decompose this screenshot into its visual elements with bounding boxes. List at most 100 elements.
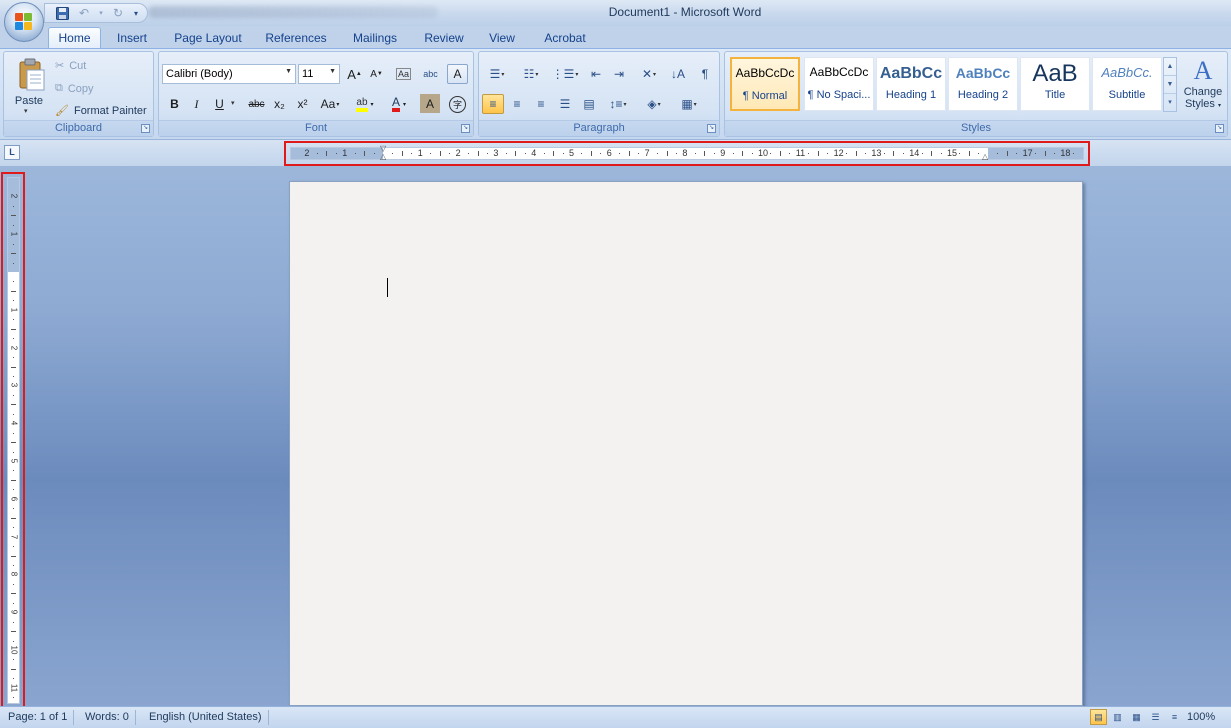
style-title[interactable]: AaB Title bbox=[1020, 57, 1090, 111]
tab-mailings[interactable]: Mailings bbox=[345, 28, 405, 48]
multilevel-list-icon: ⋮☰ bbox=[551, 67, 575, 81]
clear-formatting-button[interactable]: Aa bbox=[393, 64, 414, 84]
ruler-tick bbox=[978, 153, 980, 154]
full-screen-reading-icon[interactable]: ▥ bbox=[1109, 709, 1126, 725]
tab-insert[interactable]: Insert bbox=[109, 28, 155, 48]
format-painter-button[interactable]: 🖌 Format Painter bbox=[55, 104, 147, 118]
style-sample: AaBbCc bbox=[879, 65, 943, 82]
zoom-level[interactable]: 100% bbox=[1187, 711, 1215, 723]
numbering-button[interactable]: ☷ ▾ bbox=[516, 64, 546, 84]
align-left-button[interactable]: ≡ bbox=[482, 94, 504, 114]
ruler-tick bbox=[364, 151, 366, 156]
phonetic-guide-button[interactable]: abc bbox=[420, 64, 441, 84]
copy-button[interactable]: ⧉ Copy bbox=[55, 82, 94, 95]
ruler-tick bbox=[373, 153, 375, 154]
draft-icon[interactable]: ≡ bbox=[1166, 709, 1183, 725]
borders-button[interactable]: ▦ ▾ bbox=[674, 94, 704, 114]
customize-toolbar-icon[interactable]: ▾ bbox=[131, 5, 141, 21]
chevron-down-icon[interactable]: ▾ bbox=[97, 5, 105, 21]
underline-button[interactable]: U bbox=[209, 94, 230, 114]
line-spacing-button[interactable]: ↕≡ ▾ bbox=[603, 94, 633, 114]
status-bar: Page: 1 of 1 Words: 0 English (United St… bbox=[0, 706, 1231, 728]
cut-button[interactable]: ✂ Cut bbox=[55, 59, 86, 73]
distributed-button[interactable]: ▤ bbox=[578, 94, 600, 114]
align-center-icon: ≡ bbox=[513, 97, 521, 111]
align-center-button[interactable]: ≡ bbox=[506, 94, 528, 114]
save-icon[interactable] bbox=[53, 5, 71, 21]
web-layout-icon[interactable]: ▦ bbox=[1128, 709, 1145, 725]
font-size-box[interactable]: 11 ▼ bbox=[298, 64, 340, 84]
print-layout-icon[interactable]: ▤ bbox=[1090, 709, 1107, 725]
change-styles-button[interactable]: A Change Styles ▾ bbox=[1180, 56, 1226, 120]
font-name-box[interactable]: Calibri (Body) ▼ bbox=[162, 64, 296, 84]
shading-button[interactable]: ◈ ▾ bbox=[639, 94, 669, 114]
asian-layout-button[interactable]: ✕ ▾ bbox=[634, 64, 664, 84]
ruler-number: 4 bbox=[531, 148, 537, 158]
grow-font-button[interactable]: A ▲ bbox=[344, 64, 365, 84]
tab-page-layout[interactable]: Page Layout bbox=[168, 28, 248, 48]
vertical-ruler[interactable]: 2 1 1 2 3 4 5 6 7 8 9 10 11 bbox=[1, 172, 25, 709]
shrink-font-button[interactable]: A ▼ bbox=[366, 64, 387, 84]
style-subtitle[interactable]: AaBbCc. Subtitle bbox=[1092, 57, 1162, 111]
italic-button[interactable]: I bbox=[186, 94, 207, 114]
justify-button[interactable]: ☰ bbox=[554, 94, 576, 114]
style-heading-1[interactable]: AaBbCc Heading 1 bbox=[876, 57, 946, 111]
superscript-button[interactable]: x² bbox=[292, 94, 313, 114]
styles-dialog-launcher-icon[interactable]: ↘ bbox=[1215, 124, 1224, 133]
ruler-tick bbox=[11, 328, 16, 330]
paragraph-dialog-launcher-icon[interactable]: ↘ bbox=[707, 124, 716, 133]
sort-button[interactable]: ↓A bbox=[667, 64, 689, 84]
underline-dropdown-icon[interactable]: ▾ bbox=[231, 99, 235, 107]
character-border-button[interactable]: A bbox=[447, 64, 468, 84]
bold-button[interactable]: B bbox=[164, 94, 185, 114]
outline-icon[interactable]: ☰ bbox=[1147, 709, 1164, 725]
ruler-tick bbox=[600, 153, 602, 154]
font-dialog-launcher-icon[interactable]: ↘ bbox=[461, 124, 470, 133]
strikethrough-button[interactable]: abc bbox=[246, 94, 267, 114]
multilevel-list-button[interactable]: ⋮☰ ▾ bbox=[550, 64, 580, 84]
style-no-spacing[interactable]: AaBbCcDc ¶ No Spaci... bbox=[804, 57, 874, 111]
tab-references[interactable]: References bbox=[260, 28, 332, 48]
show-formatting-marks-button[interactable]: ¶ bbox=[694, 64, 716, 84]
clipboard-dialog-launcher-icon[interactable]: ↘ bbox=[141, 124, 150, 133]
paste-icon[interactable] bbox=[18, 58, 46, 92]
tab-home[interactable]: Home bbox=[48, 27, 101, 49]
redo-icon[interactable]: ↻ bbox=[109, 5, 127, 21]
paste-button[interactable]: Paste bbox=[14, 95, 44, 107]
paste-dropdown-icon[interactable]: ▾ bbox=[24, 107, 28, 115]
undo-icon[interactable]: ↶ bbox=[75, 5, 93, 21]
bullets-button[interactable]: ☰ ▾ bbox=[482, 64, 512, 84]
character-shading-button[interactable]: A bbox=[420, 94, 440, 113]
increase-indent-button[interactable]: ⇥ bbox=[608, 64, 630, 84]
tab-view[interactable]: View bbox=[482, 28, 522, 48]
right-indent-icon[interactable]: △ bbox=[982, 152, 988, 161]
clipboard-group-label: Clipboard bbox=[4, 120, 153, 136]
style-heading-2[interactable]: AaBbCc Heading 2 bbox=[948, 57, 1018, 111]
ruler-tick bbox=[13, 621, 14, 623]
document-page[interactable] bbox=[289, 181, 1083, 706]
text-highlight-button[interactable]: ab ▾ bbox=[349, 94, 381, 114]
hanging-indent-icon[interactable]: △ bbox=[380, 152, 386, 161]
tab-selector-button[interactable]: L bbox=[4, 145, 20, 160]
ruler-tick bbox=[13, 470, 14, 472]
tab-acrobat[interactable]: Acrobat bbox=[535, 28, 595, 48]
office-button[interactable] bbox=[4, 2, 44, 42]
tab-review[interactable]: Review bbox=[418, 28, 470, 48]
font-color-button[interactable]: A ▾ bbox=[383, 94, 415, 114]
page-count-status[interactable]: Page: 1 of 1 bbox=[2, 710, 75, 725]
language-status[interactable]: English (United States) bbox=[143, 710, 269, 725]
horizontal-ruler[interactable]: 2 1 1 2 3 4 5 6 7 8 9 10 11 12 13 14 15 17 18 ▽ △ △ bbox=[284, 141, 1090, 166]
ruler-tick bbox=[1072, 153, 1074, 154]
decrease-indent-button[interactable]: ⇤ bbox=[585, 64, 607, 84]
enclose-characters-button[interactable]: 字 bbox=[447, 94, 468, 114]
ruler-tick bbox=[468, 153, 470, 154]
gallery-scroll-up-icon[interactable]: ▲ bbox=[1164, 58, 1176, 76]
ruler-tick bbox=[13, 640, 14, 642]
subscript-button[interactable]: x₂ bbox=[269, 94, 290, 114]
gallery-scroll-down-icon[interactable]: ▼ bbox=[1164, 76, 1176, 94]
align-right-button[interactable]: ≡ bbox=[530, 94, 552, 114]
change-case-button[interactable]: Aa ▾ bbox=[316, 94, 344, 114]
word-count-status[interactable]: Words: 0 bbox=[79, 710, 136, 725]
style-normal[interactable]: AaBbCcDc ¶ Normal bbox=[730, 57, 800, 111]
gallery-more-icon[interactable]: ▾ bbox=[1164, 94, 1176, 112]
